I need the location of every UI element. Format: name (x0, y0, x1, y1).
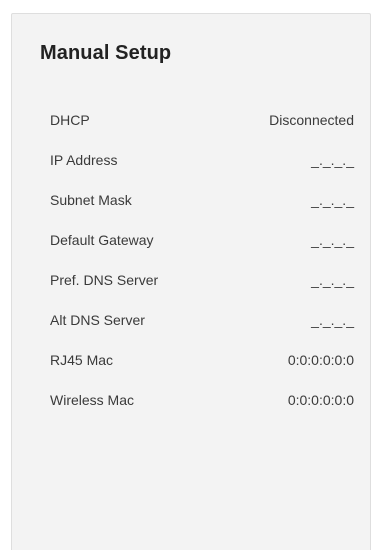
manual-setup-panel: Manual Setup DHCP Disconnected IP Addres… (11, 13, 371, 550)
alt-dns-server-value: _._._._ (311, 312, 354, 328)
rj45-mac-value: 0:0:0:0:0:0 (287, 352, 354, 368)
row-default-gateway: Default Gateway _._._._ (50, 220, 354, 260)
network-info-list: DHCP Disconnected IP Address _._._._ Sub… (50, 100, 354, 420)
row-rj45-mac: RJ45 Mac 0:0:0:0:0:0 (50, 340, 354, 380)
default-gateway-value: _._._._ (311, 232, 354, 248)
ip-address-value: _._._._ (311, 152, 354, 168)
rj45-mac-label: RJ45 Mac (50, 352, 114, 368)
pref-dns-server-label: Pref. DNS Server (50, 272, 159, 288)
row-pref-dns-server: Pref. DNS Server _._._._ (50, 260, 354, 300)
row-alt-dns-server: Alt DNS Server _._._._ (50, 300, 354, 340)
page-title: Manual Setup (40, 42, 172, 64)
row-dhcp: DHCP Disconnected (50, 100, 354, 140)
dhcp-label: DHCP (50, 112, 90, 128)
wireless-mac-label: Wireless Mac (50, 392, 135, 408)
wireless-mac-value: 0:0:0:0:0:0 (287, 392, 354, 408)
subnet-mask-value: _._._._ (311, 192, 354, 208)
alt-dns-server-label: Alt DNS Server (50, 312, 145, 328)
ip-address-label: IP Address (50, 152, 118, 168)
dhcp-value: Disconnected (269, 112, 354, 128)
pref-dns-server-value: _._._._ (311, 272, 354, 288)
row-ip-address: IP Address _._._._ (50, 140, 354, 180)
row-subnet-mask: Subnet Mask _._._._ (50, 180, 354, 220)
default-gateway-label: Default Gateway (50, 232, 154, 248)
subnet-mask-label: Subnet Mask (50, 192, 132, 208)
row-wireless-mac: Wireless Mac 0:0:0:0:0:0 (50, 380, 354, 420)
